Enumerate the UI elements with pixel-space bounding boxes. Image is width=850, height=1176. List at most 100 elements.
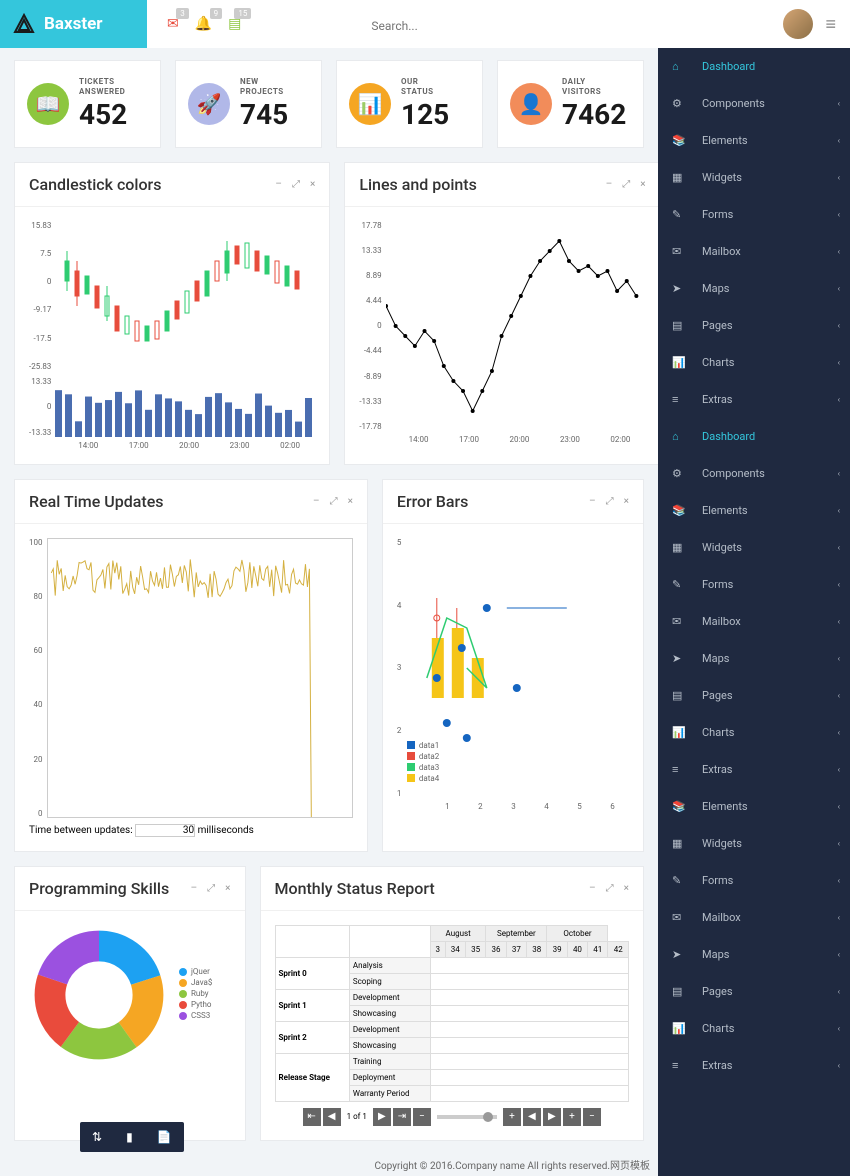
nav-item-dashboard[interactable]: ⌂ Dashboard [658, 418, 850, 455]
chevron-left-icon: ‹ [838, 580, 840, 589]
chevron-left-icon: ‹ [838, 469, 840, 478]
mailbox-icon: ✉ [672, 911, 688, 924]
first-icon[interactable]: ⇤ [303, 1108, 321, 1126]
mail-icon[interactable]: ✉3 [167, 16, 179, 32]
nav-item-mailbox[interactable]: ✉ Mailbox ‹ [658, 233, 850, 270]
nav-item-forms[interactable]: ✎ Forms ‹ [658, 566, 850, 603]
stat-label: DAILYVISITORS [562, 77, 631, 98]
panel-title: Error Bars [397, 492, 589, 511]
pager-text: 1 of 1 [343, 1112, 371, 1121]
zoom-slider[interactable] [437, 1115, 497, 1119]
nav-label: Pages [702, 319, 733, 332]
chevron-left-icon: ‹ [838, 136, 840, 145]
stat-label: OURSTATUS [401, 77, 470, 98]
close-icon[interactable]: × [310, 179, 315, 190]
panel-title: Candlestick colors [29, 175, 275, 194]
last-icon[interactable]: ⇥ [393, 1108, 411, 1126]
file-icon[interactable]: 📄 [145, 1122, 184, 1152]
close-icon[interactable]: × [225, 883, 230, 894]
panel-title: Programming Skills [29, 879, 191, 898]
nav-item-elements[interactable]: 📚 Elements ‹ [658, 788, 850, 825]
nav-item-maps[interactable]: ➤ Maps ‹ [658, 640, 850, 677]
extras-icon: ≡ [672, 393, 688, 406]
sort-icon[interactable]: ⇅ [80, 1122, 114, 1152]
expand-icon[interactable]: ⤢ [207, 883, 215, 894]
left-icon[interactable]: ◀ [523, 1108, 541, 1126]
nav-item-pages[interactable]: ▤ Pages ‹ [658, 677, 850, 714]
nav-item-charts[interactable]: 📊 Charts ‹ [658, 714, 850, 751]
y-axis: 54321 [397, 538, 406, 798]
expand-icon[interactable]: ⤢ [330, 496, 338, 507]
nav-item-elements[interactable]: 📚 Elements ‹ [658, 492, 850, 529]
logo[interactable]: Baxster [0, 0, 147, 48]
nav-label: Forms [702, 874, 733, 887]
expand-icon[interactable]: ⤢ [606, 883, 614, 894]
nav-item-maps[interactable]: ➤ Maps ‹ [658, 270, 850, 307]
stat-value: 745 [240, 98, 309, 131]
nav-item-charts[interactable]: 📊 Charts ‹ [658, 1010, 850, 1047]
nav-item-dashboard[interactable]: ⌂ Dashboard [658, 48, 850, 85]
note-icon[interactable]: ▤15 [228, 16, 241, 32]
topbar: Baxster ✉3 🔔9 ▤15 ≡ [0, 0, 850, 48]
chevron-left-icon: ‹ [838, 950, 840, 959]
update-interval-input[interactable] [135, 824, 195, 837]
nav-item-mailbox[interactable]: ✉ Mailbox ‹ [658, 603, 850, 640]
nav-item-forms[interactable]: ✎ Forms ‹ [658, 862, 850, 899]
minimize-icon[interactable]: – [191, 883, 198, 894]
maps-icon: ➤ [672, 282, 688, 295]
minimize-icon[interactable]: – [313, 496, 320, 507]
nav-item-pages[interactable]: ▤ Pages ‹ [658, 307, 850, 344]
minimize-icon[interactable]: – [589, 496, 596, 507]
minus-icon[interactable]: − [583, 1108, 601, 1126]
nav-item-widgets[interactable]: ▦ Widgets ‹ [658, 825, 850, 862]
close-icon[interactable]: × [640, 179, 645, 190]
nav-label: Dashboard [702, 430, 755, 443]
avatar[interactable] [783, 9, 813, 39]
legend: data1data2data3data4 [407, 741, 439, 785]
nav-item-extras[interactable]: ≡ Extras ‹ [658, 1047, 850, 1084]
close-icon[interactable]: × [624, 496, 629, 507]
expand-icon[interactable]: ⤢ [622, 179, 630, 190]
panel-monthly: Monthly Status Report –⤢× AugustSeptembe… [260, 866, 645, 1141]
right-icon[interactable]: ▶ [543, 1108, 561, 1126]
chart-icon[interactable]: ▮ [114, 1122, 145, 1152]
nav-item-mailbox[interactable]: ✉ Mailbox ‹ [658, 899, 850, 936]
nav-item-charts[interactable]: 📊 Charts ‹ [658, 344, 850, 381]
charts-icon: 📊 [672, 356, 688, 369]
zoom-out-icon[interactable]: − [413, 1108, 431, 1126]
nav-item-pages[interactable]: ▤ Pages ‹ [658, 973, 850, 1010]
sidebar: ⌂ Dashboard ⚙ Components ‹ 📚 Elements ‹ … [658, 0, 850, 1176]
expand-icon[interactable]: ⤢ [292, 179, 300, 190]
prev-icon[interactable]: ◀ [323, 1108, 341, 1126]
pages-icon: ▤ [672, 985, 688, 998]
close-icon[interactable]: × [624, 883, 629, 894]
menu-toggle-icon[interactable]: ≡ [825, 14, 836, 35]
nav-item-extras[interactable]: ≡ Extras ‹ [658, 381, 850, 418]
bell-icon[interactable]: 🔔9 [195, 16, 212, 32]
expand-icon[interactable]: ⤢ [606, 496, 614, 507]
nav-item-components[interactable]: ⚙ Components ‹ [658, 85, 850, 122]
stat-value: 125 [401, 98, 470, 131]
minimize-icon[interactable]: – [589, 883, 596, 894]
stat-icon: 📖 [27, 83, 69, 125]
nav-item-forms[interactable]: ✎ Forms ‹ [658, 196, 850, 233]
nav-item-widgets[interactable]: ▦ Widgets ‹ [658, 529, 850, 566]
nav-item-elements[interactable]: 📚 Elements ‹ [658, 122, 850, 159]
nav-item-extras[interactable]: ≡ Extras ‹ [658, 751, 850, 788]
next-icon[interactable]: ▶ [373, 1108, 391, 1126]
y-axis: 17.7813.338.894.440-4.44-8.89-13.33-17.7… [359, 221, 385, 431]
chevron-left-icon: ‹ [838, 543, 840, 552]
zoom-in-icon[interactable]: + [503, 1108, 521, 1126]
maps-icon: ➤ [672, 652, 688, 665]
plus-icon[interactable]: + [563, 1108, 581, 1126]
nav-item-widgets[interactable]: ▦ Widgets ‹ [658, 159, 850, 196]
nav-item-maps[interactable]: ➤ Maps ‹ [658, 936, 850, 973]
close-icon[interactable]: × [348, 496, 353, 507]
note-badge: 15 [234, 8, 251, 19]
minimize-icon[interactable]: – [275, 179, 282, 190]
candlestick-chart [55, 221, 315, 371]
elements-icon: 📚 [672, 134, 688, 147]
minimize-icon[interactable]: – [606, 179, 613, 190]
nav-item-components[interactable]: ⚙ Components ‹ [658, 455, 850, 492]
search-input[interactable] [371, 19, 571, 33]
